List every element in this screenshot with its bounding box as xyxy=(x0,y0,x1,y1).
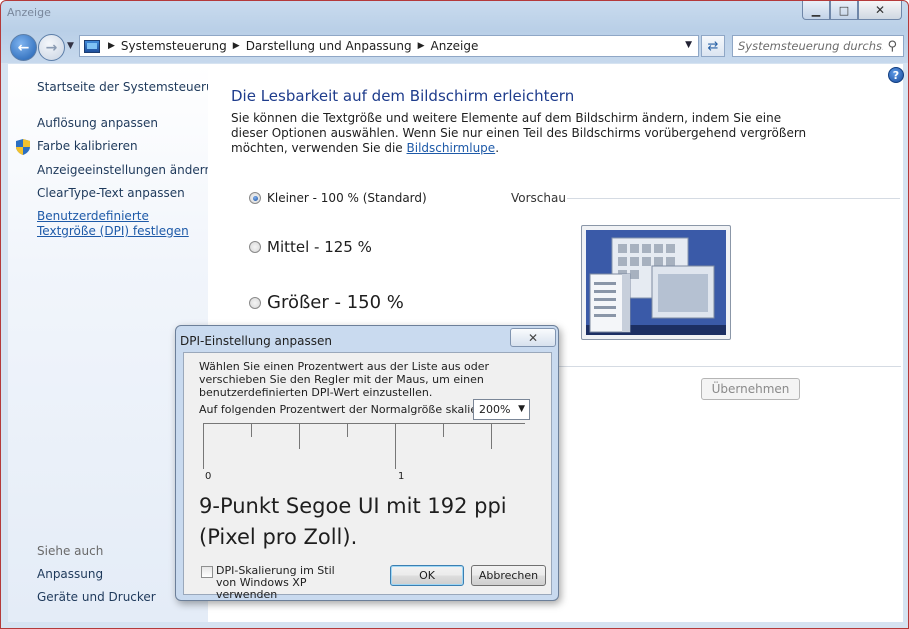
option-medium[interactable]: Mittel - 125 % xyxy=(249,238,372,256)
preview-label: Vorschau xyxy=(511,191,566,205)
option-large[interactable]: Größer - 150 % xyxy=(249,292,404,313)
forward-arrow-icon: → xyxy=(45,39,58,56)
minimize-button[interactable]: ▁ xyxy=(802,1,830,20)
devices-printers-link[interactable]: Geräte und Drucker xyxy=(37,590,156,604)
option-large-label: Größer - 150 % xyxy=(267,292,404,313)
caption-buttons: ▁ □ ✕ xyxy=(802,1,902,20)
content-divider xyxy=(556,366,901,367)
ok-button[interactable]: OK xyxy=(390,565,464,586)
personalization-link[interactable]: Anpassung xyxy=(37,567,103,581)
calibrate-color-link[interactable]: Farbe kalibrieren xyxy=(37,139,138,153)
maximize-button[interactable]: □ xyxy=(830,1,858,20)
dpi-ruler[interactable]: 0 1 xyxy=(203,423,525,482)
dialog-body: Wählen Sie einen Prozentwert aus der Lis… xyxy=(183,352,552,601)
chevron-right-icon[interactable]: ▶ xyxy=(233,41,240,51)
radio-small[interactable] xyxy=(249,192,261,204)
search-box[interactable]: ⚲ xyxy=(732,35,904,57)
page-title: Die Lesbarkeit auf dem Bildschirm erleic… xyxy=(231,87,575,105)
change-display-settings-link[interactable]: Anzeigeeinstellungen ändern xyxy=(37,163,212,177)
chevron-down-icon[interactable]: ▼ xyxy=(685,40,692,50)
ruler-tick xyxy=(299,423,300,449)
sample-text: 9-Punkt Segoe UI mit 192 ppi (Pixel pro … xyxy=(199,494,507,549)
search-input[interactable] xyxy=(738,39,883,53)
breadcrumb-darstellung[interactable]: Darstellung und Anpassung xyxy=(246,39,412,53)
option-medium-label: Mittel - 125 % xyxy=(267,238,372,256)
breadcrumb-systemsteuerung[interactable]: Systemsteuerung xyxy=(121,39,227,53)
cleartype-link[interactable]: ClearType-Text anpassen xyxy=(37,186,185,200)
ruler-label-0: 0 xyxy=(205,471,212,482)
page-description: Sie können die Textgröße und weitere Ele… xyxy=(231,111,811,156)
scale-value: 200% xyxy=(479,403,511,416)
dialog-title: DPI-Einstellung anpassen xyxy=(180,334,332,348)
help-icon[interactable]: ? xyxy=(888,67,904,83)
uac-shield-icon xyxy=(16,139,30,155)
ruler-tick xyxy=(491,423,492,449)
radio-medium[interactable] xyxy=(249,241,261,253)
desktop-preview-icon xyxy=(586,230,726,335)
address-bar[interactable]: ▶ Systemsteuerung ▶ Darstellung und Anpa… xyxy=(79,35,699,57)
xp-scaling-option[interactable]: DPI-Skalierung im Stil von Windows XP ve… xyxy=(201,565,346,601)
radio-large[interactable] xyxy=(249,296,261,309)
chevron-right-icon[interactable]: ▶ xyxy=(418,41,425,51)
chevron-right-icon[interactable]: ▶ xyxy=(108,41,115,51)
dialog-close-button[interactable]: ✕ xyxy=(510,328,556,347)
close-button[interactable]: ✕ xyxy=(858,1,902,20)
option-small-label: Kleiner - 100 % (Standard) xyxy=(267,191,427,205)
scale-label: Auf folgenden Prozentwert der Normalgröß… xyxy=(199,403,499,416)
ruler-tick xyxy=(395,423,396,469)
preview-image xyxy=(581,225,731,340)
scale-select[interactable]: 200% ▼ xyxy=(473,399,530,420)
ruler-tick xyxy=(443,423,444,437)
ruler-label-1: 1 xyxy=(398,471,405,482)
option-small[interactable]: Kleiner - 100 % (Standard) xyxy=(249,191,427,205)
chevron-down-icon[interactable]: ▼ xyxy=(518,404,525,414)
custom-dpi-link[interactable]: Benutzerdefinierte Textgröße (DPI) festl… xyxy=(37,209,202,239)
back-button[interactable]: ← xyxy=(10,34,37,61)
adjust-resolution-link[interactable]: Auflösung anpassen xyxy=(37,116,158,130)
dpi-dialog: DPI-Einstellung anpassen ✕ Wählen Sie ei… xyxy=(175,325,559,601)
breadcrumb-anzeige[interactable]: Anzeige xyxy=(431,39,479,53)
ruler-tick xyxy=(251,423,252,437)
control-panel-home-link[interactable]: Startseite der Systemsteuerung xyxy=(37,80,229,94)
forward-button[interactable]: → xyxy=(38,34,65,61)
control-panel-window: Anzeige ▁ □ ✕ ← → ▼ ▶ Systemsteuerung ▶ … xyxy=(0,0,909,629)
ruler-tick xyxy=(347,423,348,437)
window-title: Anzeige xyxy=(7,6,51,19)
cancel-button[interactable]: Abbrechen xyxy=(471,565,546,586)
refresh-button[interactable]: ⇄ xyxy=(701,35,725,57)
apply-button[interactable]: Übernehmen xyxy=(701,378,800,400)
recent-pages-dropdown[interactable]: ▼ xyxy=(67,41,74,51)
magnifier-link[interactable]: Bildschirmlupe xyxy=(407,141,496,155)
refresh-icon: ⇄ xyxy=(707,38,719,54)
see-also-heading: Siehe auch xyxy=(37,544,104,558)
description-text: Sie können die Textgröße und weitere Ele… xyxy=(231,111,807,155)
back-arrow-icon: ← xyxy=(17,39,30,56)
dialog-description: Wählen Sie einen Prozentwert aus der Lis… xyxy=(199,360,490,399)
preview-divider xyxy=(567,198,900,199)
xp-scaling-checkbox[interactable] xyxy=(201,566,213,578)
ruler-tick xyxy=(203,423,204,469)
search-icon[interactable]: ⚲ xyxy=(887,39,897,54)
description-end: . xyxy=(495,141,500,155)
xp-scaling-label: DPI-Skalierung im Stil von Windows XP ve… xyxy=(216,564,335,601)
control-panel-icon xyxy=(84,39,100,53)
